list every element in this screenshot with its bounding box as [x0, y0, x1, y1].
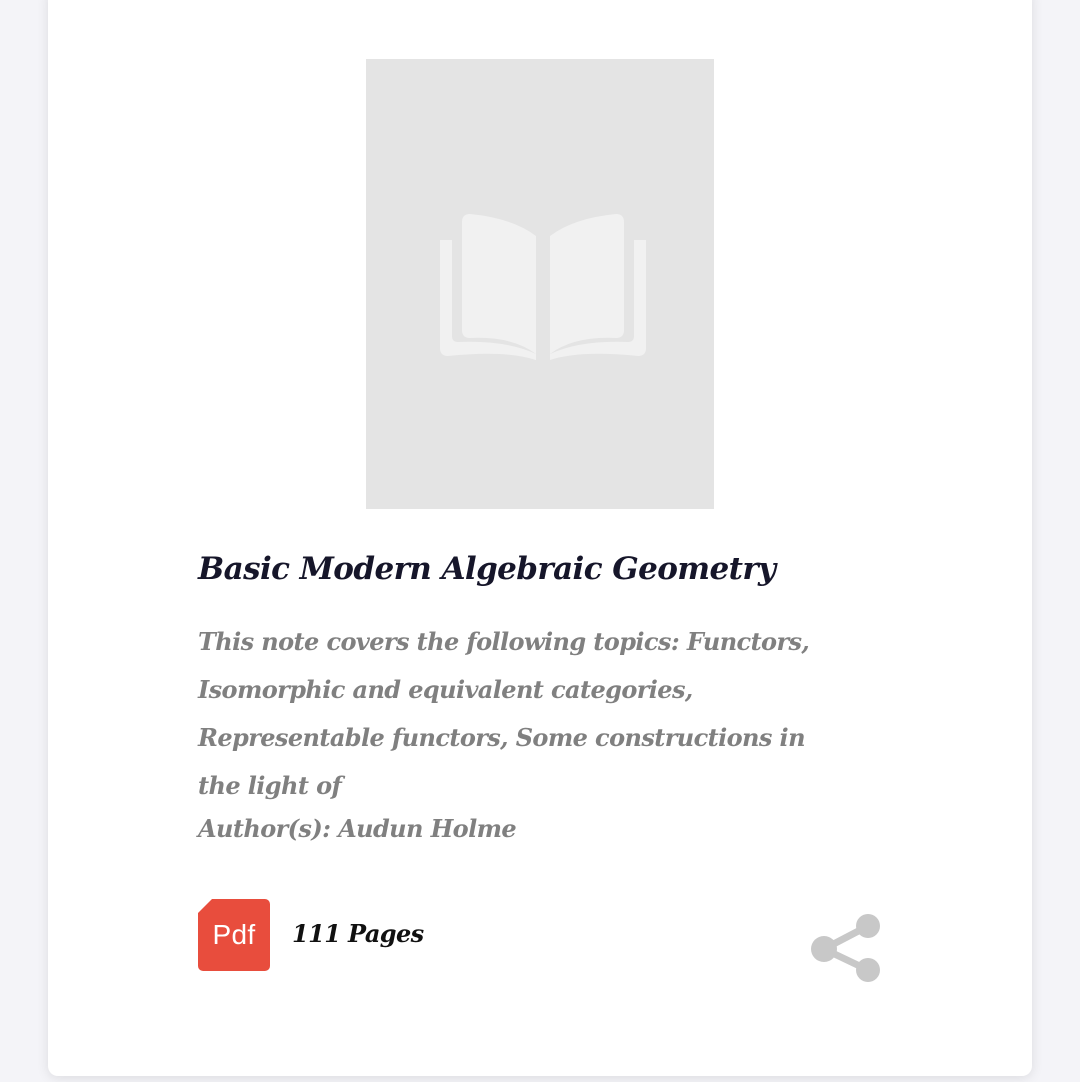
book-title[interactable]: Basic Modern Algebraic Geometry [198, 551, 776, 587]
share-icon [811, 914, 880, 982]
book-description: This note covers the following topics: F… [198, 627, 810, 800]
book-card[interactable]: Basic Modern Algebraic Geometry This not… [48, 0, 1032, 1076]
pdf-icon[interactable]: Pdf [198, 899, 270, 971]
pdf-label: Pdf [212, 919, 256, 950]
share-button[interactable] [808, 912, 882, 986]
book-cover-placeholder[interactable] [366, 59, 714, 509]
book-author: Author(s): Audun Holme [198, 814, 517, 843]
page-count: 111 Pages [292, 919, 424, 948]
open-book-icon [440, 214, 646, 360]
